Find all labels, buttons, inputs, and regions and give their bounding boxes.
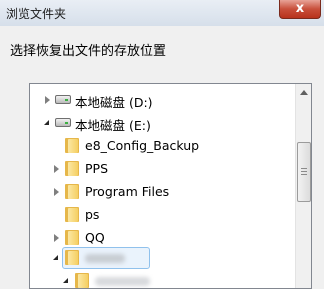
expand-arrow-icon[interactable] [54,188,59,196]
tree-item-label: 本地磁盘 (E:) [75,118,151,133]
folder-icon [65,207,79,222]
tree-item-label: 本地磁盘 (D:) [75,95,153,110]
collapse-arrow-icon[interactable] [63,278,68,283]
tree-item-label: e8_Config_Backup [85,138,200,153]
tree-item-label: QQ [85,230,105,245]
folder-icon [65,230,79,245]
tree-item-folder-qq[interactable]: QQ [30,227,295,249]
close-icon: x [295,1,305,16]
expand-arrow-icon[interactable] [54,165,59,173]
tree-item-label: Program Files [85,184,170,199]
arrow-up-icon[interactable] [296,84,311,101]
collapse-arrow-icon[interactable] [53,255,58,260]
vertical-scrollbar[interactable] [295,84,311,288]
folder-icon [65,250,79,265]
obscured-label [85,254,125,263]
tree-item-folder-pps[interactable]: PPS [30,158,295,180]
folder-icon [75,273,89,288]
tree-item-folder-obscured[interactable] [30,270,295,288]
folder-tree[interactable]: 本地磁盘 (D:) 本地磁盘 (E:) e8_Config_Backup PPS… [29,83,312,289]
tree-item-folder-program-files[interactable]: Program Files [30,181,295,203]
folder-icon [65,184,79,199]
instruction-text: 选择恢复出文件的存放位置 [10,44,167,59]
tree-item-drive-d[interactable]: 本地磁盘 (D:) [30,89,295,111]
drive-icon [55,118,71,127]
tree-item-drive-e[interactable]: 本地磁盘 (E:) [30,112,295,134]
dialog-title: 浏览文件夹 [6,7,67,21]
collapse-arrow-icon[interactable] [44,120,49,125]
folder-icon [65,161,79,176]
folder-icon [65,138,79,153]
tree-item-folder-e8-config-backup[interactable]: e8_Config_Backup [30,135,295,157]
browse-folder-dialog: 浏览文件夹 x 选择恢复出文件的存放位置 本地磁盘 (D:) 本地磁盘 (E:)… [0,0,324,289]
close-button[interactable]: x [279,0,321,19]
drive-icon [55,95,71,104]
tree-item-label: ps [85,207,100,222]
obscured-label [95,277,150,286]
scrollbar-thumb[interactable] [297,142,311,202]
expand-arrow-icon[interactable] [54,234,59,242]
title-bar: 浏览文件夹 x [0,0,324,26]
tree-item-folder-ps[interactable]: ps [30,204,295,226]
tree-item-label: PPS [85,161,109,176]
tree-item-folder-selected[interactable] [30,247,295,269]
expand-arrow-icon[interactable] [45,96,50,104]
